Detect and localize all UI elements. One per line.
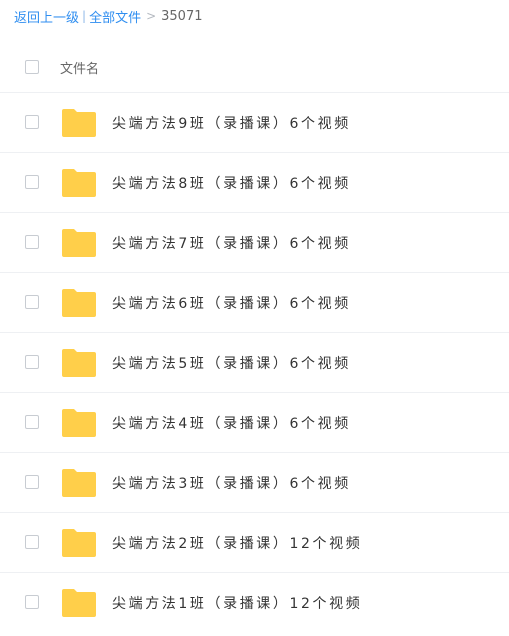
current-folder-label: 35071: [161, 8, 203, 24]
row-checkbox[interactable]: [25, 295, 39, 309]
row-checkbox[interactable]: [25, 595, 39, 609]
file-row[interactable]: 尖端方法8班（录播课）6个视频: [0, 152, 509, 212]
file-row[interactable]: 尖端方法4班（录播课）6个视频: [0, 392, 509, 452]
folder-icon: [62, 409, 96, 437]
breadcrumb-divider: |: [82, 9, 87, 23]
file-name[interactable]: 尖端方法7班（录播课）6个视频: [112, 233, 351, 253]
file-name[interactable]: 尖端方法9班（录播课）6个视频: [112, 113, 351, 133]
file-row[interactable]: 尖端方法5班（录播课）6个视频: [0, 332, 509, 392]
file-row[interactable]: 尖端方法3班（录播课）6个视频: [0, 452, 509, 512]
file-row[interactable]: 尖端方法2班（录播课）12个视频: [0, 512, 509, 572]
row-checkbox[interactable]: [25, 355, 39, 369]
row-checkbox[interactable]: [25, 535, 39, 549]
row-checkbox[interactable]: [25, 175, 39, 189]
file-row[interactable]: 尖端方法7班（录播课）6个视频: [0, 212, 509, 272]
back-link[interactable]: 返回上一级: [14, 7, 79, 26]
file-row[interactable]: 尖端方法9班（录播课）6个视频: [0, 92, 509, 152]
folder-icon: [62, 589, 96, 617]
row-checkbox[interactable]: [25, 115, 39, 129]
folder-icon: [62, 469, 96, 497]
file-name[interactable]: 尖端方法6班（录播课）6个视频: [112, 293, 351, 313]
folder-icon: [62, 529, 96, 557]
folder-icon: [62, 289, 96, 317]
row-checkbox[interactable]: [25, 475, 39, 489]
file-name[interactable]: 尖端方法1班（录播课）12个视频: [112, 593, 362, 613]
row-checkbox[interactable]: [25, 415, 39, 429]
row-checkbox[interactable]: [25, 235, 39, 249]
file-name[interactable]: 尖端方法5班（录播课）6个视频: [112, 353, 351, 373]
all-files-link[interactable]: 全部文件: [89, 7, 141, 26]
breadcrumb: 返回上一级 | 全部文件 > 35071: [14, 6, 203, 26]
folder-icon: [62, 349, 96, 377]
file-name[interactable]: 尖端方法2班（录播课）12个视频: [112, 533, 362, 553]
list-header: 文件名: [0, 52, 509, 82]
file-name[interactable]: 尖端方法4班（录播课）6个视频: [112, 413, 351, 433]
folder-icon: [62, 229, 96, 257]
file-name[interactable]: 尖端方法3班（录播课）6个视频: [112, 473, 351, 493]
file-list: 尖端方法9班（录播课）6个视频 尖端方法8班（录播课）6个视频 尖端方法7班（录…: [0, 92, 509, 632]
name-column-header[interactable]: 文件名: [60, 58, 99, 77]
folder-icon: [62, 109, 96, 137]
file-name[interactable]: 尖端方法8班（录播课）6个视频: [112, 173, 351, 193]
file-row[interactable]: 尖端方法1班（录播课）12个视频: [0, 572, 509, 632]
folder-icon: [62, 169, 96, 197]
select-all-checkbox[interactable]: [25, 60, 39, 74]
file-row[interactable]: 尖端方法6班（录播课）6个视频: [0, 272, 509, 332]
breadcrumb-arrow: >: [146, 9, 157, 23]
